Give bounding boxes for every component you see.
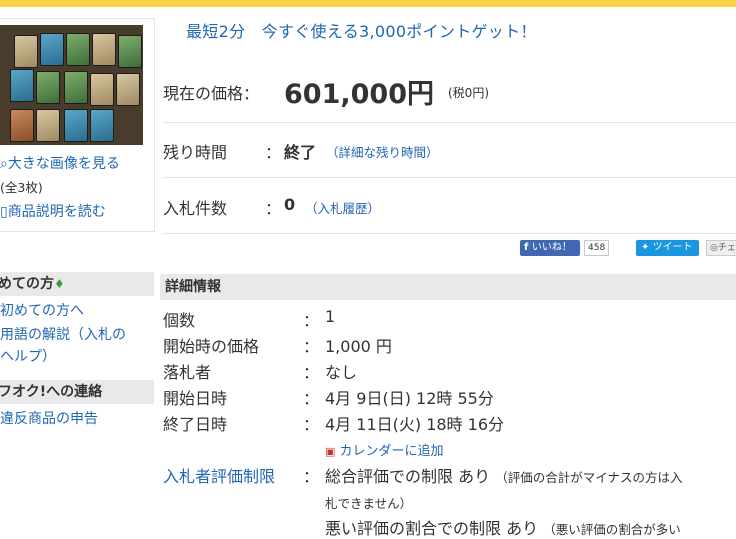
- detail-value-quantity: 1: [325, 307, 336, 326]
- time-detail-link[interactable]: （詳細な残り時間）: [326, 142, 439, 161]
- view-large-image-link[interactable]: ⌕大きな画像を見る: [0, 155, 120, 173]
- detail-value-start-price: 1,000 円: [325, 337, 392, 356]
- card-image: [36, 71, 60, 104]
- bids-label: 入札件数: [163, 199, 228, 218]
- card-image: [64, 71, 88, 104]
- detail-value-start-date: 4月 9日(日) 12時 55分: [325, 389, 494, 408]
- calendar-icon: ▣: [325, 445, 336, 458]
- overall-rating-limit-note: 札できません）: [325, 496, 413, 511]
- divider: [163, 233, 736, 234]
- colon: ：: [265, 199, 282, 218]
- facebook-like-button[interactable]: f いいね！: [520, 240, 580, 256]
- bids-count: 0: [284, 195, 296, 214]
- detail-value-winner: なし: [325, 363, 358, 382]
- check-button[interactable]: ◎チェ: [706, 240, 736, 256]
- card-image: [90, 109, 114, 142]
- like-count: 458: [584, 240, 610, 256]
- card-image: [118, 35, 142, 68]
- detail-label-winner: 落札者: [163, 363, 212, 382]
- product-image-box: ⌕大きな画像を見る (全3枚) ▯商品説明を読む: [0, 18, 155, 232]
- top-accent-bar: [0, 0, 736, 7]
- tax-note: (税0円): [448, 86, 489, 100]
- time-left-label: 残り時間: [163, 143, 228, 162]
- check-icon: ◎: [710, 243, 718, 253]
- magnify-icon: ⌕: [0, 156, 8, 172]
- card-image: [116, 73, 140, 106]
- colon: ：: [303, 311, 320, 330]
- card-image: [10, 69, 34, 102]
- detail-label-start-price: 開始時の価格: [163, 337, 260, 356]
- colon: ：: [303, 363, 320, 382]
- card-image: [10, 109, 34, 142]
- points-promo-link[interactable]: 最短2分 今すぐ使える3,000ポイントゲット！: [186, 18, 537, 42]
- current-price: 601,000円: [284, 79, 434, 110]
- detail-label-quantity: 個数: [163, 311, 196, 330]
- card-image: [14, 35, 38, 68]
- beginners-guide-link[interactable]: 初めての方へ: [0, 300, 84, 322]
- card-image: [64, 109, 88, 142]
- card-image: [36, 109, 60, 142]
- product-photo[interactable]: [0, 25, 143, 145]
- card-image: [66, 33, 90, 66]
- bad-rating-limit: 悪い評価の割合での制限 あり （悪い評価の割合が多い: [325, 519, 681, 538]
- colon: ：: [303, 415, 320, 434]
- colon: ：: [303, 467, 320, 486]
- add-to-calendar-link[interactable]: ▣ カレンダーに追加: [325, 440, 444, 459]
- card-image: [40, 33, 64, 66]
- glossary-link-cont[interactable]: ヘルプ）: [0, 346, 56, 368]
- detail-value-end-date: 4月 11日(火) 18時 16分: [325, 415, 505, 434]
- bidder-rating-limit-link[interactable]: 入札者評価制限: [163, 463, 275, 487]
- card-image: [92, 33, 116, 66]
- tweet-button[interactable]: ✦ ツイート: [636, 240, 699, 256]
- facebook-icon: f: [524, 242, 532, 253]
- overall-rating-limit: 総合評価での制限 あり （評価の合計がマイナスの方は入: [325, 467, 683, 486]
- colon: ：: [303, 389, 320, 408]
- document-icon: ▯: [0, 204, 8, 220]
- time-left-value: 終了: [284, 143, 317, 162]
- detail-label-end-date: 終了日時: [163, 415, 228, 434]
- contact-heading: フオク!への連絡: [0, 380, 154, 404]
- divider: [163, 122, 736, 123]
- card-image: [90, 73, 114, 106]
- colon: ：: [265, 143, 282, 162]
- price-label: 現在の価格：: [163, 84, 260, 103]
- bid-history-link[interactable]: （入札履歴）: [305, 198, 380, 217]
- image-count: (全3枚): [0, 180, 43, 195]
- colon: ：: [303, 337, 320, 356]
- glossary-link[interactable]: 用語の解説（入札の: [0, 324, 126, 346]
- detail-label-start-date: 開始日時: [163, 389, 228, 408]
- beginner-mark-icon: ♦: [54, 277, 65, 291]
- details-heading: 詳細情報: [160, 274, 736, 300]
- beginners-heading: めての方♦: [0, 272, 154, 296]
- divider: [163, 177, 736, 178]
- read-description-link[interactable]: ▯商品説明を読む: [0, 203, 106, 221]
- report-violation-link[interactable]: 違反商品の申告: [0, 408, 98, 430]
- twitter-bird-icon: ✦: [641, 242, 653, 253]
